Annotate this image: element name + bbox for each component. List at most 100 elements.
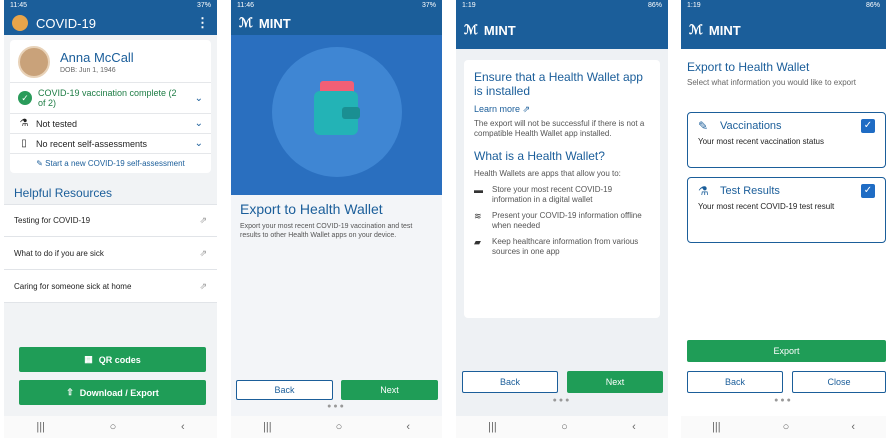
test-results-checkbox[interactable]: ✓ bbox=[861, 184, 875, 198]
flask-icon: ⚗ bbox=[698, 184, 709, 198]
next-button[interactable]: Next bbox=[567, 371, 663, 393]
app-title: MINT bbox=[708, 22, 741, 38]
folder-icon: ▰ bbox=[474, 237, 481, 247]
syringe-icon: ✎ bbox=[698, 119, 709, 133]
app-title: MINT bbox=[483, 22, 516, 38]
feature-text: Keep healthcare information from various… bbox=[492, 237, 639, 256]
start-assessment-link[interactable]: ✎ Start a new COVID-19 self-assessment bbox=[10, 153, 211, 173]
app-title: MINT bbox=[258, 15, 291, 31]
page-indicator: ●●● bbox=[774, 397, 793, 404]
external-link-icon: ⇗ bbox=[199, 215, 207, 225]
system-nav-bar: ||| ○ ‹ bbox=[681, 416, 886, 438]
close-button[interactable]: Close bbox=[792, 371, 886, 393]
vaccination-status-text: COVID-19 vaccination complete (2 of 2) bbox=[38, 88, 177, 108]
option-label: Test Results bbox=[720, 185, 780, 197]
status-bar: 11:46 37% bbox=[231, 0, 442, 11]
app-title: COVID-19 bbox=[36, 15, 96, 31]
export-select-screen: 1:19 86% ℳ MINT Export to Health Wallet … bbox=[681, 0, 886, 438]
qr-codes-button[interactable]: ▦ QR codes bbox=[19, 347, 206, 372]
back-icon[interactable]: ‹ bbox=[406, 421, 410, 433]
learn-more-label: Learn more bbox=[474, 104, 521, 114]
chevron-down-icon: ⌄ bbox=[194, 118, 203, 129]
resource-item[interactable]: Caring for someone sick at home ⇗ bbox=[4, 270, 217, 303]
back-icon[interactable]: ‹ bbox=[851, 421, 855, 433]
back-button[interactable]: Back bbox=[236, 380, 333, 400]
more-vert-icon[interactable]: ⋮ bbox=[196, 15, 209, 31]
option-label: Vaccinations bbox=[720, 120, 782, 132]
learn-more-link[interactable]: Learn more ⇗ bbox=[474, 104, 650, 115]
download-export-label: Download / Export bbox=[79, 387, 159, 398]
test-results-option[interactable]: ⚗ Test Results ✓ Your most recent COVID-… bbox=[687, 177, 886, 243]
battery-level: 37% bbox=[421, 2, 436, 9]
wifi-off-icon: ≋ bbox=[474, 211, 482, 221]
battery-level: 86% bbox=[647, 2, 662, 9]
app-bar: ℳ MINT bbox=[681, 11, 886, 49]
back-icon[interactable]: ‹ bbox=[632, 421, 636, 433]
resource-label: Testing for COVID-19 bbox=[14, 216, 91, 225]
battery-level: 86% bbox=[865, 2, 880, 9]
download-export-button[interactable]: ⇧ Download / Export bbox=[19, 380, 206, 405]
app-bar: ℳ MINT bbox=[231, 11, 442, 35]
page-title: Export to Health Wallet bbox=[240, 201, 383, 217]
profile-card: Anna McCall DOB: Jun 1, 1946 ✓ COVID-19 … bbox=[10, 40, 211, 173]
recent-apps-icon[interactable]: ||| bbox=[712, 421, 721, 433]
option-description: Your most recent vaccination status bbox=[698, 137, 824, 146]
back-icon[interactable]: ‹ bbox=[181, 421, 185, 433]
status-bar: 1:19 86% bbox=[681, 0, 886, 11]
mint-logo-icon: ℳ bbox=[464, 22, 478, 37]
health-wallet-info-screen: 1:19 86% ℳ MINT Ensure that a Health Wal… bbox=[456, 0, 668, 438]
qr-code-icon: ▦ bbox=[84, 354, 93, 364]
option-description: Your most recent COVID-19 test result bbox=[698, 202, 835, 211]
page-subtitle: Select what information you would like t… bbox=[687, 78, 856, 87]
status-time: 1:19 bbox=[687, 2, 701, 9]
home-icon[interactable]: ○ bbox=[783, 421, 790, 433]
home-icon[interactable]: ○ bbox=[110, 421, 117, 433]
test-status-row[interactable]: ⚗ Not tested ⌄ bbox=[10, 113, 211, 133]
home-icon[interactable]: ○ bbox=[561, 421, 568, 433]
external-link-icon: ⇗ bbox=[199, 247, 207, 258]
profile-header: Anna McCall DOB: Jun 1, 1946 bbox=[10, 40, 211, 82]
edit-icon: ✎ bbox=[36, 159, 43, 168]
virus-icon bbox=[12, 15, 28, 31]
next-button[interactable]: Next bbox=[341, 380, 438, 400]
system-nav-bar: ||| ○ ‹ bbox=[456, 416, 668, 438]
qr-codes-label: QR codes bbox=[98, 354, 141, 365]
vaccination-status-row[interactable]: ✓ COVID-19 vaccination complete (2 of 2)… bbox=[10, 82, 211, 113]
install-heading: Ensure that a Health Wallet app is insta… bbox=[474, 70, 643, 98]
status-time: 11:45 bbox=[10, 2, 27, 9]
home-icon[interactable]: ○ bbox=[336, 421, 343, 433]
what-is-heading: What is a Health Wallet? bbox=[474, 149, 605, 163]
back-button[interactable]: Back bbox=[462, 371, 558, 393]
system-nav-bar: ||| ○ ‹ bbox=[4, 416, 217, 438]
resource-item[interactable]: What to do if you are sick ⇗ bbox=[4, 237, 217, 270]
back-button[interactable]: Back bbox=[687, 371, 783, 393]
resource-label: Caring for someone sick at home bbox=[14, 281, 132, 291]
recent-apps-icon[interactable]: ||| bbox=[263, 421, 272, 433]
status-bar: 1:19 86% bbox=[456, 0, 668, 11]
export-intro-screen: 11:46 37% ℳ MINT Export to Health Wallet… bbox=[231, 0, 442, 438]
vaccinations-option[interactable]: ✎ Vaccinations ✓ Your most recent vaccin… bbox=[687, 112, 886, 168]
page-description: Export your most recent COVID-19 vaccina… bbox=[240, 223, 413, 239]
recent-apps-icon[interactable]: ||| bbox=[36, 421, 45, 433]
vaccinations-checkbox[interactable]: ✓ bbox=[861, 119, 875, 133]
battery-level: 37% bbox=[196, 2, 211, 9]
clipboard-icon: ▯ bbox=[21, 138, 27, 149]
self-assessment-row[interactable]: ▯ No recent self-assessments ⌄ bbox=[10, 133, 211, 153]
recent-apps-icon[interactable]: ||| bbox=[488, 421, 497, 433]
app-bar: COVID-19 ⋮ bbox=[4, 11, 217, 35]
test-status-text: Not tested bbox=[36, 118, 78, 129]
page-indicator: ●●● bbox=[327, 403, 346, 410]
resource-item[interactable]: Testing for COVID-19 ⇗ bbox=[4, 204, 217, 237]
status-time: 1:19 bbox=[462, 2, 476, 9]
profile-name: Anna McCall bbox=[60, 50, 134, 65]
external-link-icon: ⇗ bbox=[522, 104, 531, 114]
export-button[interactable]: Export bbox=[687, 340, 886, 362]
avatar bbox=[18, 46, 50, 78]
system-nav-bar: ||| ○ ‹ bbox=[231, 416, 442, 438]
chevron-down-icon: ⌄ bbox=[194, 138, 203, 149]
status-time: 11:46 bbox=[237, 2, 254, 9]
resource-label: What to do if you are sick bbox=[14, 248, 104, 258]
start-assessment-label: Start a new COVID-19 self-assessment bbox=[45, 159, 185, 168]
option-header: ✎ Vaccinations ✓ bbox=[698, 119, 875, 133]
page-indicator: ●●● bbox=[552, 397, 572, 404]
